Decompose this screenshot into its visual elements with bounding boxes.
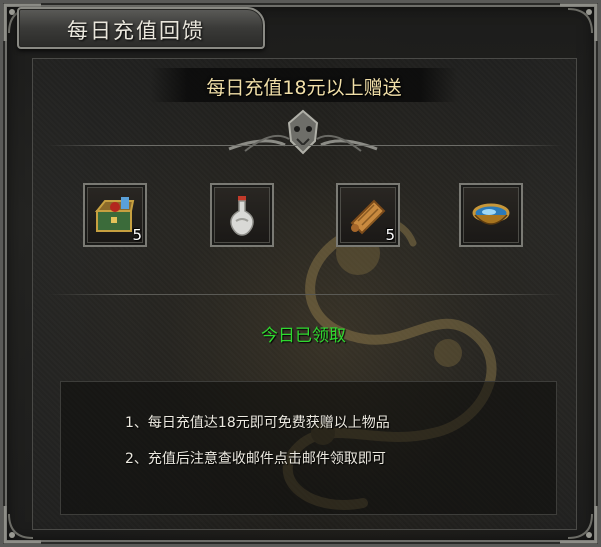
section-divider xyxy=(48,294,563,295)
reward-slot-1[interactable]: 5 xyxy=(83,183,147,247)
reward-count: 5 xyxy=(385,226,395,244)
jade-bowl-icon xyxy=(472,203,510,225)
header-title: 每日充值18元以上赠送 xyxy=(206,77,402,99)
description-line-1: 1、每日充值达18元即可免费获赠以上物品 xyxy=(125,415,390,431)
reward-slot-2[interactable] xyxy=(210,183,274,247)
description-line-2: 2、充值后注意查收邮件点击邮件领取即可 xyxy=(125,451,386,467)
corner-ornament-icon xyxy=(560,3,598,41)
scroll-icon xyxy=(350,199,386,235)
treasure-chest-icon xyxy=(94,197,135,232)
header-banner: 每日充值18元以上赠送 xyxy=(151,68,457,102)
reward-slot-4[interactable] xyxy=(459,183,523,247)
window-title: 每日充值回馈 xyxy=(67,19,205,43)
section-divider xyxy=(48,145,563,146)
potion-vase-icon xyxy=(230,196,254,236)
daily-recharge-window: 每日充值回馈 每日充值18元以上赠送 5 5 今日已领取 1、每日充值达18元即… xyxy=(0,0,601,547)
skull-ornament-icon xyxy=(228,109,378,155)
claim-status: 今日已领取 xyxy=(261,326,346,346)
title-tab: 每日充值回馈 xyxy=(17,7,265,49)
reward-count: 5 xyxy=(132,226,142,244)
reward-slot-3[interactable]: 5 xyxy=(336,183,400,247)
